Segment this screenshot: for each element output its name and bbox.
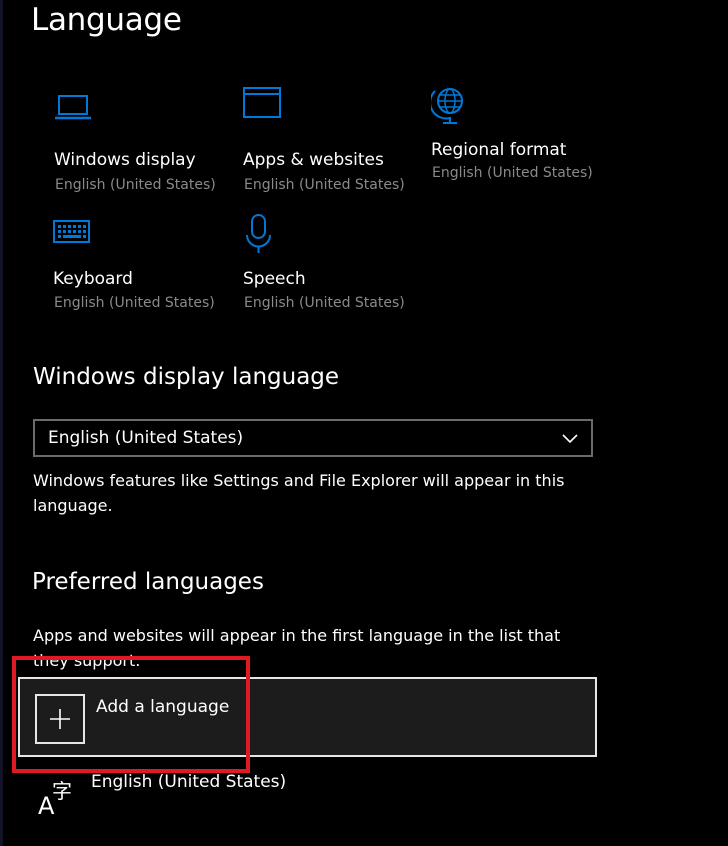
display-language-header: Windows display language [33, 364, 340, 390]
language-name: English (United States) [91, 772, 287, 792]
tile-value: English (United States) [432, 165, 593, 181]
tile-value: English (United States) [244, 177, 405, 193]
tile-speech[interactable]: Speech English (United States) [243, 214, 423, 334]
tile-label: Apps & websites [243, 150, 384, 170]
display-language-dropdown[interactable]: English (United States) [33, 419, 593, 457]
tile-apps-websites[interactable]: Apps & websites English (United States) [243, 87, 423, 207]
tile-label: Windows display [54, 150, 196, 170]
tile-value: English (United States) [244, 295, 405, 311]
language-icon: A 字 [38, 774, 78, 820]
browser-window-icon [243, 87, 283, 127]
chevron-down-icon [561, 430, 579, 444]
svg-text:字: 字 [52, 779, 72, 803]
display-language-description: Windows features like Settings and File … [33, 471, 565, 515]
tile-label: Regional format [431, 140, 567, 160]
tile-label: Keyboard [53, 269, 133, 289]
preferred-languages-header: Preferred languages [32, 569, 264, 595]
tile-value: English (United States) [55, 177, 216, 193]
page-title: Language [31, 2, 182, 38]
tile-keyboard[interactable]: Keyboard English (United States) [53, 220, 233, 340]
tile-windows-display[interactable]: Windows display English (United States) [54, 95, 234, 215]
window-edge [0, 0, 3, 846]
globe-icon [429, 85, 471, 125]
language-list-item[interactable]: A 字 English (United States) [38, 770, 598, 820]
microphone-icon [243, 214, 283, 254]
keyboard-icon [53, 220, 93, 260]
tile-label: Speech [243, 269, 306, 289]
preferred-languages-description: Apps and websites will appear in the fir… [33, 626, 561, 670]
tile-value: English (United States) [54, 295, 215, 311]
tile-regional-format[interactable]: Regional format English (United States) [429, 85, 611, 205]
dropdown-selected-value: English (United States) [48, 428, 244, 448]
plus-icon [35, 694, 85, 744]
laptop-icon [54, 95, 94, 135]
add-language-label: Add a language [96, 697, 230, 717]
add-language-button[interactable]: Add a language [18, 677, 597, 757]
